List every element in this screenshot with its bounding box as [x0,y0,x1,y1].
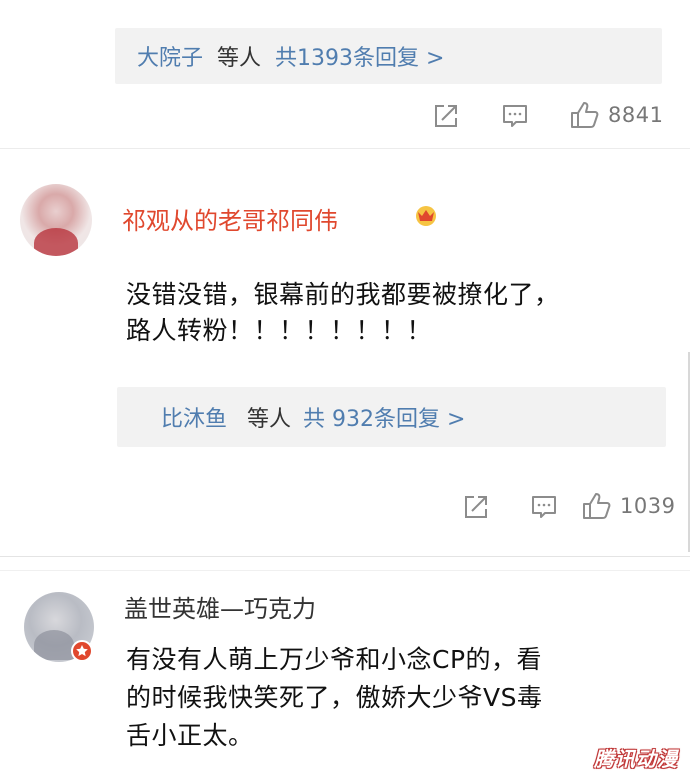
comment-line: 路人转粉！！！！！！！！ [126,316,433,345]
like-count: 1039 [620,494,676,518]
badge-icon [71,640,93,662]
comment-line: 的时候我快笑死了，傲娇大少爷VS毒 [126,683,543,712]
share-button[interactable] [463,494,489,520]
comment-line: 没错没错，银幕前的我都要被撩化了， [126,280,560,309]
reply-user-link[interactable]: 大院子 [137,40,203,72]
comment-icon [532,496,556,518]
crown-icon [413,204,439,226]
share-button[interactable] [433,103,459,129]
like-button[interactable]: 8841 [570,101,663,129]
reply-summary[interactable]: 大院子 等人 共1393条回复 > [115,28,662,84]
comment-icon [503,105,527,127]
reply-user-link[interactable]: 比沐鱼 [161,401,227,433]
like-icon [571,102,599,128]
comment-text: 没错没错，银幕前的我都要被撩化了， 路人转粉！！！！！！！！ [126,277,560,349]
divider [0,556,690,557]
divider [0,570,690,571]
reply-summary[interactable]: 比沐鱼 等人 共 932条回复 > [117,387,666,447]
reply-count-link[interactable]: 共 932条回复 > [303,401,465,433]
comment-line: 舌小正太。 [126,721,254,750]
share-icon [435,105,457,127]
comment-text: 有没有人萌上万少爷和小念CP的，看 的时候我快笑死了，傲娇大少爷VS毒 舌小正太… [126,641,542,755]
share-icon [465,496,487,518]
reply-etc-label: 等人 [217,46,262,71]
like-button[interactable]: 1039 [582,492,675,520]
comment-line: 有没有人萌上万少爷和小念CP的，看 [126,645,543,674]
username[interactable]: 祁观从的老哥祁同伟 [122,201,338,236]
comment-button[interactable] [502,103,528,129]
like-icon [583,493,611,519]
reply-etc-label: 等人 [247,407,292,432]
username[interactable]: 盖世英雄—巧克力 [124,589,316,624]
comment-button[interactable] [531,494,557,520]
watermark-logo: 腾讯动漫 [594,747,678,771]
avatar[interactable] [20,184,92,256]
reply-count-link[interactable]: 共1393条回复 > [275,40,444,72]
divider [0,148,690,149]
like-count: 8841 [608,103,664,127]
